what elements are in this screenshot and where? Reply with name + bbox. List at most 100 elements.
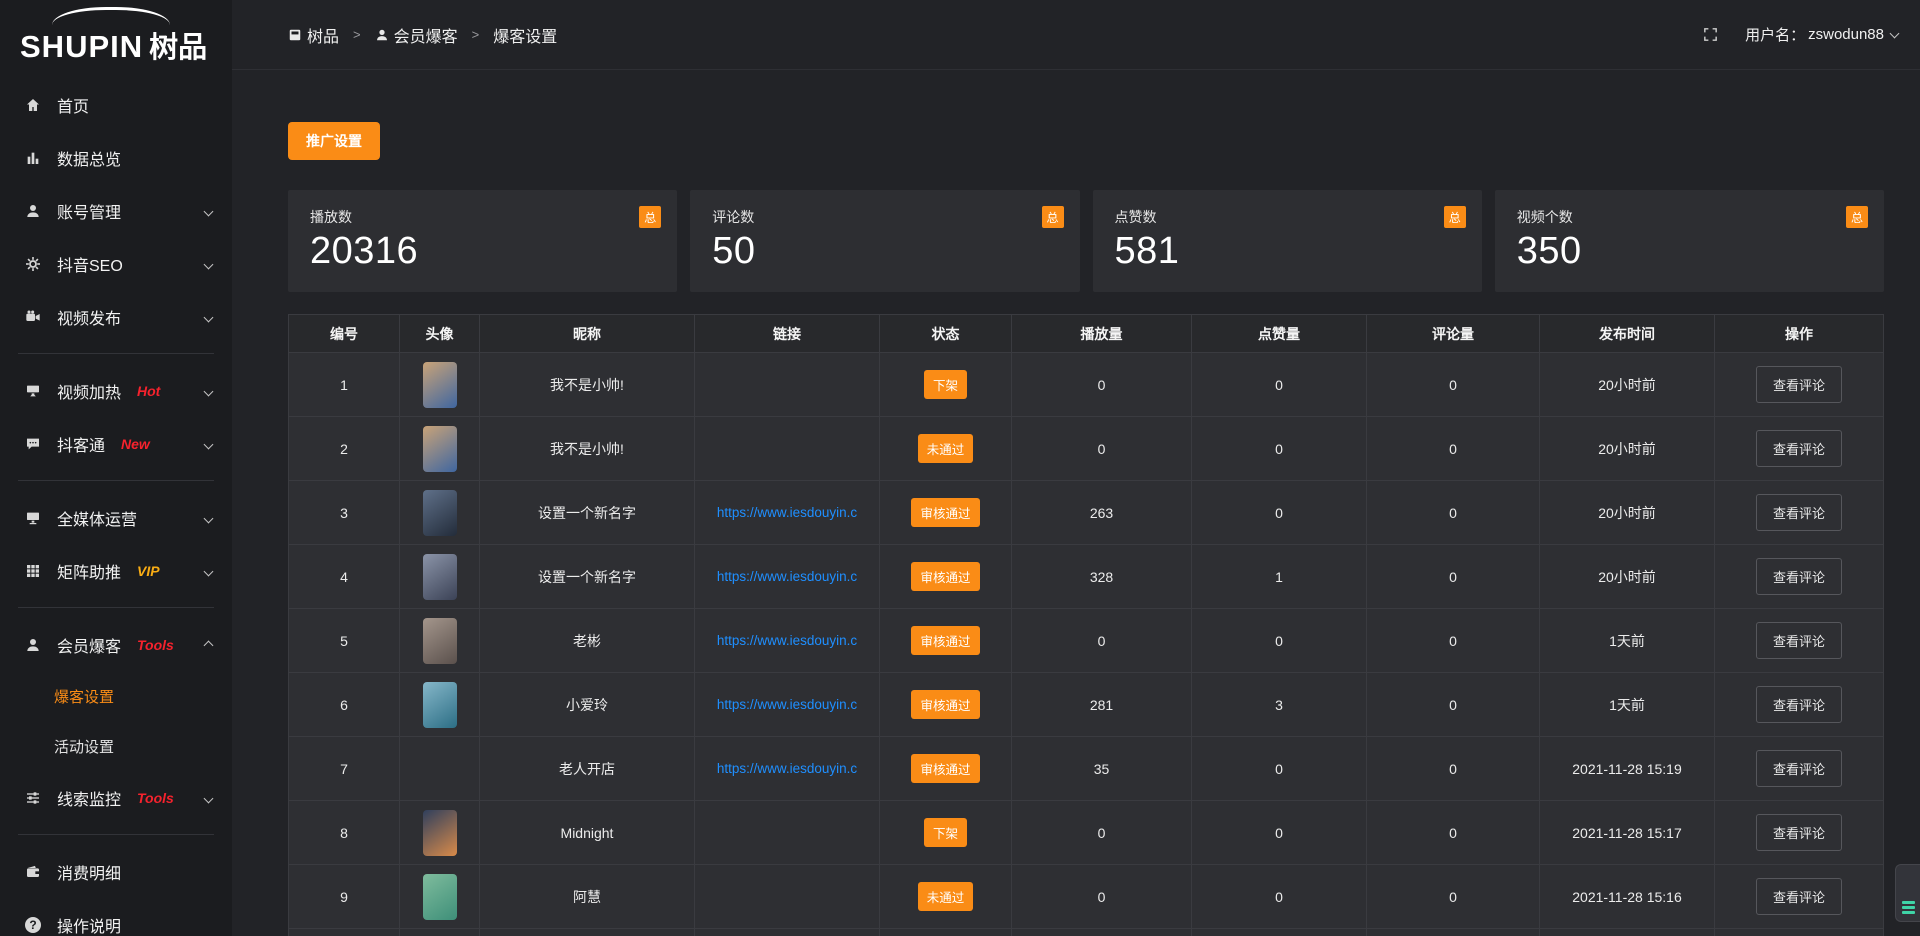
cell-link: https://www.iesdouyin.c [695, 481, 880, 544]
avatar [423, 426, 457, 472]
cell-action: 查看评论 [1715, 481, 1883, 544]
sidebar-item-doukettong[interactable]: 抖客通New [0, 417, 232, 470]
table-header-cell: 点赞量 [1192, 315, 1367, 352]
cell-time: 20小时前 [1540, 481, 1715, 544]
avatar [423, 682, 457, 728]
sidebar-item-label: 抖音SEO [57, 252, 123, 276]
cell-nickname: 设置一个新名字 [480, 481, 695, 544]
table-header-cell: 发布时间 [1540, 315, 1715, 352]
sidebar-item-clue-monitor[interactable]: 线索监控Tools [0, 771, 232, 824]
video-camera-icon [24, 308, 42, 326]
total-badge: 总 [1042, 206, 1064, 228]
cell-nickname: 老人开店 [480, 737, 695, 800]
view-comments-button[interactable]: 查看评论 [1756, 750, 1842, 787]
cell-plays: 0 [1012, 353, 1192, 416]
view-comments-button[interactable]: 查看评论 [1756, 366, 1842, 403]
home-icon [24, 96, 42, 114]
menu-tag: Tools [137, 637, 174, 653]
cell-time: 2021-11-28 15:19 [1540, 737, 1715, 800]
status-badge: 下架 [924, 818, 967, 847]
sidebar-item-douyin-seo[interactable]: 抖音SEO [0, 237, 232, 290]
sidebar-item-label: 矩阵助推 [57, 559, 121, 583]
cell-likes: 0 [1192, 865, 1367, 928]
sidebar-item-matrix-boost[interactable]: 矩阵助推VIP [0, 544, 232, 597]
chevron-down-icon [205, 435, 212, 453]
cell-time: 20小时前 [1540, 545, 1715, 608]
sidebar-item-video-heating[interactable]: 视频加热Hot [0, 364, 232, 417]
video-link[interactable]: https://www.iesdouyin.c [717, 569, 857, 584]
promotion-settings-button[interactable]: 推广设置 [288, 122, 380, 160]
cell-time: 20小时前 [1540, 417, 1715, 480]
menu-tag: Hot [137, 383, 160, 399]
video-link[interactable]: https://www.iesdouyin.c [717, 697, 857, 712]
table-row: 8Midnight下架0002021-11-28 15:17查看评论 [289, 800, 1883, 864]
sidebar-item-operation-guide[interactable]: ?操作说明 [0, 898, 232, 936]
sidebar-item-consumption-detail[interactable]: 消费明细 [0, 845, 232, 898]
status-badge: 审核通过 [911, 754, 979, 783]
menu-tag: New [121, 436, 150, 452]
video-link[interactable]: https://www.iesdouyin.c [717, 633, 857, 648]
sidebar-item-label: 视频发布 [57, 305, 121, 329]
breadcrumb-item-home[interactable]: 树品 [288, 23, 339, 47]
avatar [423, 810, 457, 856]
status-badge: 审核通过 [911, 626, 979, 655]
breadcrumb-item-member[interactable]: 会员爆客 [375, 23, 458, 47]
cell-status: 未通过 [880, 865, 1012, 928]
menu-divider [18, 353, 214, 354]
cell-nickname: 我不是小帅! [480, 353, 695, 416]
view-comments-button[interactable]: 查看评论 [1756, 430, 1842, 467]
sidebar-subitem-activity-settings[interactable]: 活动设置 [0, 721, 232, 771]
user-icon [24, 202, 42, 220]
chevron-down-icon [205, 202, 212, 220]
total-badge: 总 [639, 206, 661, 228]
cell-avatar [400, 737, 480, 800]
cell-link [695, 801, 880, 864]
sidebar-item-account-management[interactable]: 账号管理 [0, 184, 232, 237]
cell-status: 下架 [880, 801, 1012, 864]
cell-plays: 35 [1012, 737, 1192, 800]
video-link[interactable]: https://www.iesdouyin.c [717, 761, 857, 776]
video-link[interactable]: https://www.iesdouyin.c [717, 505, 857, 520]
logo-text-cn: 树品 [149, 32, 207, 64]
gear-icon [24, 255, 42, 273]
table-header-cell: 状态 [880, 315, 1012, 352]
cell-avatar [400, 865, 480, 928]
fullscreen-icon[interactable] [1702, 26, 1719, 43]
cell-plays: 0 [1012, 609, 1192, 672]
table-header-cell: 操作 [1715, 315, 1883, 352]
cell-time: 2021-11-28 15:17 [1540, 801, 1715, 864]
user-menu[interactable]: 用户名：zswodun88 [1745, 24, 1898, 45]
cell-nickname: 设置一个新名字 [480, 545, 695, 608]
view-comments-button[interactable]: 查看评论 [1756, 558, 1842, 595]
sidebar-item-data-overview[interactable]: 数据总览 [0, 131, 232, 184]
view-comments-button[interactable]: 查看评论 [1756, 814, 1842, 851]
cell-link: https://www.iesdouyin.c [695, 609, 880, 672]
cell-avatar [400, 353, 480, 416]
cell-comments: 0 [1367, 545, 1540, 608]
cell-action: 查看评论 [1715, 801, 1883, 864]
cell-nickname: 我不是小帅! [480, 417, 695, 480]
cell-comments: 0 [1367, 673, 1540, 736]
table-header-cell: 链接 [695, 315, 880, 352]
breadcrumb-item-current: 爆客设置 [493, 23, 557, 47]
cell-plays: 328 [1012, 545, 1192, 608]
cell-action: 查看评论 [1715, 865, 1883, 928]
table-header-cell: 播放量 [1012, 315, 1192, 352]
view-comments-button[interactable]: 查看评论 [1756, 686, 1842, 723]
view-comments-button[interactable]: 查看评论 [1756, 878, 1842, 915]
sidebar-item-member-baoke[interactable]: 会员爆客Tools [0, 618, 232, 671]
floating-widget[interactable] [1895, 864, 1920, 922]
cell-id: 8 [289, 801, 400, 864]
cell-status: 审核通过 [880, 545, 1012, 608]
member-icon [24, 636, 42, 654]
cell-likes: 0 [1192, 801, 1367, 864]
chevron-down-icon [205, 382, 212, 400]
sidebar-subitem-baoke-settings[interactable]: 爆客设置 [0, 671, 232, 721]
view-comments-button[interactable]: 查看评论 [1756, 622, 1842, 659]
view-comments-button[interactable]: 查看评论 [1756, 494, 1842, 531]
cell-action: 查看评论 [1715, 353, 1883, 416]
status-badge: 审核通过 [911, 562, 979, 591]
sidebar-item-home[interactable]: 首页 [0, 78, 232, 131]
sidebar-item-video-publish[interactable]: 视频发布 [0, 290, 232, 343]
sidebar-item-media-operation[interactable]: 全媒体运营 [0, 491, 232, 544]
